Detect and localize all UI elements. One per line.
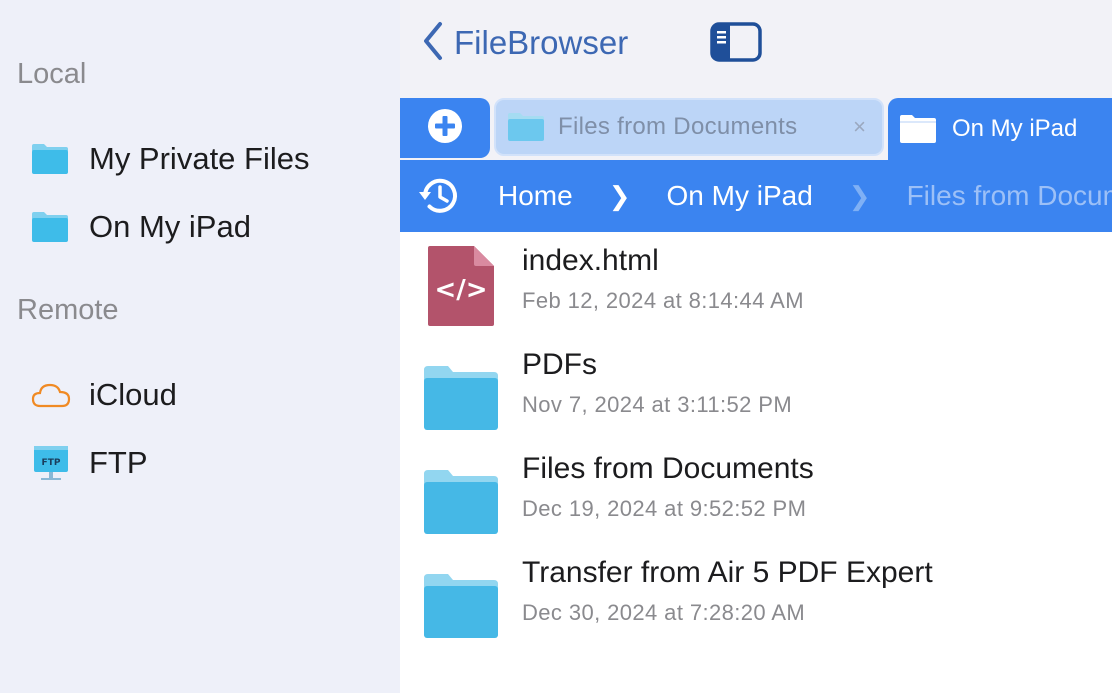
ftp-icon: FTP — [30, 443, 78, 483]
folder-icon — [506, 111, 546, 143]
sidebar-item-label: My Private Files — [89, 141, 310, 176]
folder-icon — [30, 139, 78, 179]
sidebar-toggle-icon — [710, 22, 762, 66]
file-date: Dec 30, 2024 at 7:28:20 AM — [522, 600, 806, 625]
file-name: Files from Documents — [522, 452, 814, 485]
folder-icon — [422, 554, 500, 640]
sidebar-toggle-button[interactable] — [710, 22, 762, 67]
sidebar-item-label: iCloud — [89, 377, 177, 412]
tab-files-from-documents[interactable]: Files from Documents × — [494, 98, 884, 156]
sidebar-item-on-my-ipad[interactable]: On My iPad — [30, 201, 390, 253]
sidebar-item-ftp[interactable]: FTP FTP — [30, 437, 390, 489]
file-name: PDFs — [522, 348, 597, 381]
breadcrumb-separator: ❯ — [848, 180, 871, 211]
tab-strip: Files from Documents × On My iPad — [400, 98, 1112, 160]
cloud-icon — [30, 375, 78, 415]
section-title-local: Local — [17, 58, 87, 90]
folder-icon — [422, 450, 500, 536]
history-icon[interactable] — [416, 175, 462, 217]
back-button[interactable]: FileBrowser — [422, 18, 628, 68]
sidebar-item-icloud[interactable]: iCloud — [30, 369, 390, 421]
plus-circle-icon — [426, 107, 464, 150]
folder-icon — [30, 207, 78, 247]
breadcrumb-on-my-ipad[interactable]: On My iPad — [667, 180, 813, 212]
section-title-remote: Remote — [17, 294, 119, 326]
sidebar-item-label: On My iPad — [89, 209, 251, 244]
back-button-label: FileBrowser — [454, 24, 629, 61]
close-tab-icon[interactable]: × — [853, 114, 866, 140]
tab-label: On My iPad — [952, 115, 1078, 142]
tab-on-my-ipad[interactable]: On My iPad — [888, 98, 1112, 160]
file-row-index-html[interactable]: </> index.html Feb 12, 2024 at 8:14:44 A… — [400, 232, 1112, 336]
file-name: Transfer from Air 5 PDF Expert — [522, 556, 933, 589]
ftp-icon-text: FTP — [42, 458, 61, 468]
file-date: Dec 19, 2024 at 9:52:52 PM — [522, 496, 807, 521]
folder-icon — [422, 346, 500, 432]
html-file-icon-text: </> — [434, 275, 487, 305]
add-tab-button[interactable] — [400, 98, 490, 158]
breadcrumb-home[interactable]: Home — [498, 180, 573, 212]
html-file-icon: </> — [422, 242, 500, 328]
file-row-transfer-from-air-5-pdf-expert[interactable]: Transfer from Air 5 PDF Expert Dec 30, 2… — [400, 544, 1112, 648]
sidebar-item-my-private-files[interactable]: My Private Files — [30, 133, 390, 185]
sidebar-item-label: FTP — [89, 445, 148, 480]
file-name: index.html — [522, 244, 659, 277]
navigation-bar: FileBrowser — [400, 0, 1112, 100]
breadcrumb: Home ❯ On My iPad ❯ Files from Documents — [400, 160, 1112, 232]
chevron-left-icon — [422, 21, 444, 66]
breadcrumb-separator: ❯ — [608, 180, 631, 211]
main-pane: FileBrowser Files from Documents × On My… — [400, 0, 1112, 693]
tab-label: Files from Documents — [558, 113, 798, 140]
file-row-pdfs[interactable]: PDFs Nov 7, 2024 at 3:11:52 PM — [400, 336, 1112, 440]
sidebar: Local My Private Files On My iPad Remote… — [0, 0, 400, 693]
breadcrumb-files-from-documents[interactable]: Files from Documents — [907, 180, 1112, 212]
file-date: Nov 7, 2024 at 3:11:52 PM — [522, 392, 793, 417]
folder-icon — [898, 113, 938, 145]
file-date: Feb 12, 2024 at 8:14:44 AM — [522, 288, 804, 313]
file-row-files-from-documents[interactable]: Files from Documents Dec 19, 2024 at 9:5… — [400, 440, 1112, 544]
